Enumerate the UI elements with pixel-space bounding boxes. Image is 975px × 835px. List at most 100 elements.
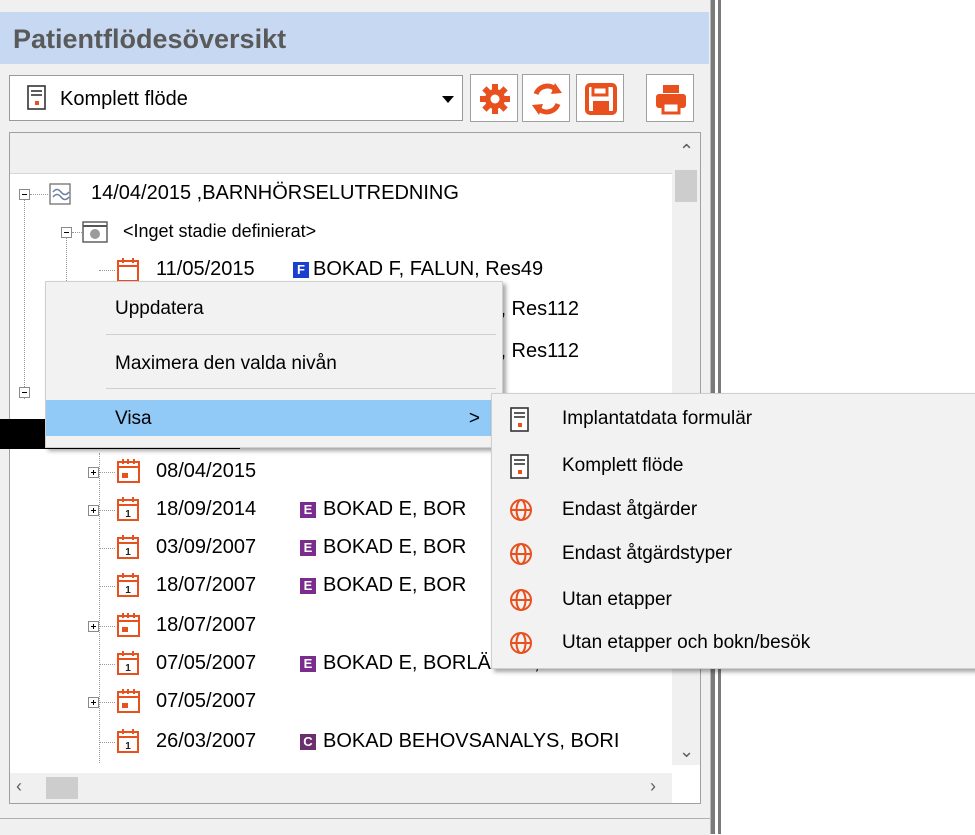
tree-row-date: 18/07/2007	[156, 614, 257, 636]
form-icon	[509, 454, 531, 485]
horizontal-scroll-thumb[interactable]	[46, 777, 78, 799]
save-button[interactable]	[576, 74, 624, 122]
submenu-item-implantatdata[interactable]: Implantatdata formulär	[492, 400, 975, 438]
submenu-item-komplett-flode[interactable]: Komplett flöde	[492, 447, 975, 485]
tree-row-date: 08/04/2015	[156, 460, 257, 482]
form-icon	[509, 407, 531, 438]
booking-type-badge: E	[300, 578, 316, 594]
collapse-toggle-icon[interactable]	[61, 227, 72, 238]
tree-row-date: 03/09/2007	[156, 536, 257, 558]
tree-row-text: 14/04/2015 ,BARNHÖRSELUTREDNING	[91, 182, 459, 204]
tree-row-detail: BOKAD BEHOVSANALYS, BORI	[323, 730, 620, 752]
svg-text:1: 1	[125, 547, 131, 558]
tree-row-date: 07/05/2007	[156, 652, 257, 674]
svg-text:1: 1	[125, 741, 131, 752]
scroll-down-icon[interactable]: ⌄	[679, 741, 694, 762]
scroll-right-icon[interactable]: ›	[650, 776, 656, 797]
collapse-toggle-icon[interactable]	[19, 189, 30, 200]
tree-header	[10, 133, 672, 174]
globe-icon	[509, 588, 533, 617]
tree-row-booking[interactable]: 1 26/03/2007 C BOKAD BEHOVSANALYS, BORI	[10, 727, 670, 757]
refresh-icon	[532, 83, 562, 115]
gear-icon	[480, 84, 510, 114]
printer-icon	[656, 85, 686, 115]
tree-row-text: <Inget stadie definierat>	[123, 221, 317, 241]
menu-item-label: Visa	[115, 408, 152, 429]
booking-type-badge: E	[300, 502, 316, 518]
floppy-disk-icon	[585, 83, 617, 115]
booking-type-badge: C	[300, 734, 316, 750]
calendar-icon: 1	[116, 572, 140, 604]
expand-toggle-icon[interactable]	[88, 505, 99, 516]
svg-text:1: 1	[125, 509, 131, 520]
calendar-multi-icon	[116, 458, 142, 490]
calendar-multi-icon	[116, 688, 142, 720]
calendar-icon: 1	[116, 496, 140, 528]
status-strip	[0, 818, 710, 835]
globe-icon	[509, 542, 533, 571]
view-selector-value: Komplett flöde	[60, 88, 188, 110]
menu-item-maximera[interactable]: Maximera den valda nivån	[46, 345, 502, 381]
menu-item-visa[interactable]: Visa >	[46, 400, 502, 436]
stage-icon	[82, 221, 108, 249]
submenu-item-label: Komplett flöde	[562, 455, 684, 476]
panel-title: Patientflödesöversikt	[13, 24, 287, 54]
submenu-item-label: Utan etapper och bokn/besök	[562, 632, 811, 653]
refresh-button[interactable]	[522, 74, 570, 122]
panel-title-bar: Patientflödesöversikt	[0, 12, 709, 64]
menu-separator	[106, 334, 496, 335]
submenu-item-utan-etapper[interactable]: Utan etapper	[492, 581, 975, 619]
globe-icon	[509, 498, 533, 527]
globe-icon	[509, 631, 533, 660]
calendar-icon: 1	[116, 650, 140, 682]
context-menu: Uppdatera Maximera den valda nivån Visa …	[45, 281, 503, 448]
expand-toggle-icon[interactable]	[88, 697, 99, 708]
submenu-item-label: Endast åtgärder	[562, 499, 698, 520]
calendar-icon: 1	[116, 728, 140, 760]
tree-row-date: 11/05/2015	[156, 258, 255, 280]
booking-type-badge: E	[300, 656, 316, 672]
horizontal-scrollbar[interactable]: ‹ ›	[10, 773, 672, 803]
scroll-up-icon[interactable]: ⌃	[679, 141, 694, 162]
submenu-item-endast-atgarder[interactable]: Endast åtgärder	[492, 491, 975, 529]
expand-toggle-icon[interactable]	[88, 621, 99, 632]
submenu-item-utan-etapper-bokn[interactable]: Utan etapper och bokn/besök	[492, 624, 975, 662]
booking-type-badge: F	[293, 262, 309, 278]
calendar-multi-icon	[116, 612, 142, 644]
expand-toggle-icon[interactable]	[88, 467, 99, 478]
tree-row-detail: BOKAD E, BOR	[323, 536, 467, 558]
svg-text:1: 1	[125, 663, 131, 674]
svg-text:1: 1	[125, 585, 131, 596]
tree-row-stage[interactable]: <Inget stadie definierat>	[10, 217, 670, 247]
calendar-icon: 1	[116, 534, 140, 566]
tree-row-date: 26/03/2007	[156, 730, 257, 752]
tree-row-detail: BOKAD E, BOR	[323, 498, 467, 520]
view-selector-dropdown[interactable]: Komplett flöde	[9, 75, 463, 121]
tree-row-date: 18/07/2007	[156, 574, 257, 596]
submenu-item-label: Implantatdata formulär	[562, 408, 753, 429]
print-button[interactable]	[646, 74, 694, 122]
tree-row-date: 07/05/2007	[156, 690, 257, 712]
menu-separator	[106, 388, 496, 389]
submenu-item-label: Endast åtgärdstyper	[562, 543, 733, 564]
tree-row-date: 18/09/2014	[156, 498, 257, 520]
submenu-item-endast-atgardstyper[interactable]: Endast åtgärdstyper	[492, 535, 975, 573]
menu-item-uppdatera[interactable]: Uppdatera	[46, 290, 502, 326]
chevron-down-icon[interactable]	[442, 96, 454, 103]
scroll-left-icon[interactable]: ‹	[16, 776, 22, 797]
tree-row-detail: BOKAD F, FALUN, Res49	[313, 258, 544, 280]
menu-item-label: Uppdatera	[115, 298, 204, 319]
tree-row-case[interactable]: 14/04/2015 ,BARNHÖRSELUTREDNING	[10, 179, 670, 209]
vertical-scroll-thumb[interactable]	[675, 170, 697, 202]
collapse-toggle-icon[interactable]	[19, 387, 30, 398]
tree-row-detail: BOKAD E, BOR	[323, 574, 467, 596]
submenu-item-label: Utan etapper	[562, 589, 672, 610]
tree-row-visit[interactable]: 07/05/2007	[10, 687, 670, 717]
chevron-right-icon: >	[468, 408, 480, 429]
case-pathway-icon	[49, 182, 73, 212]
form-icon	[26, 85, 48, 116]
booking-type-badge: E	[300, 540, 316, 556]
view-submenu: Implantatdata formulär Komplett flöde En…	[491, 393, 975, 669]
menu-item-label: Maximera den valda nivån	[115, 353, 337, 374]
settings-button[interactable]	[470, 74, 518, 122]
